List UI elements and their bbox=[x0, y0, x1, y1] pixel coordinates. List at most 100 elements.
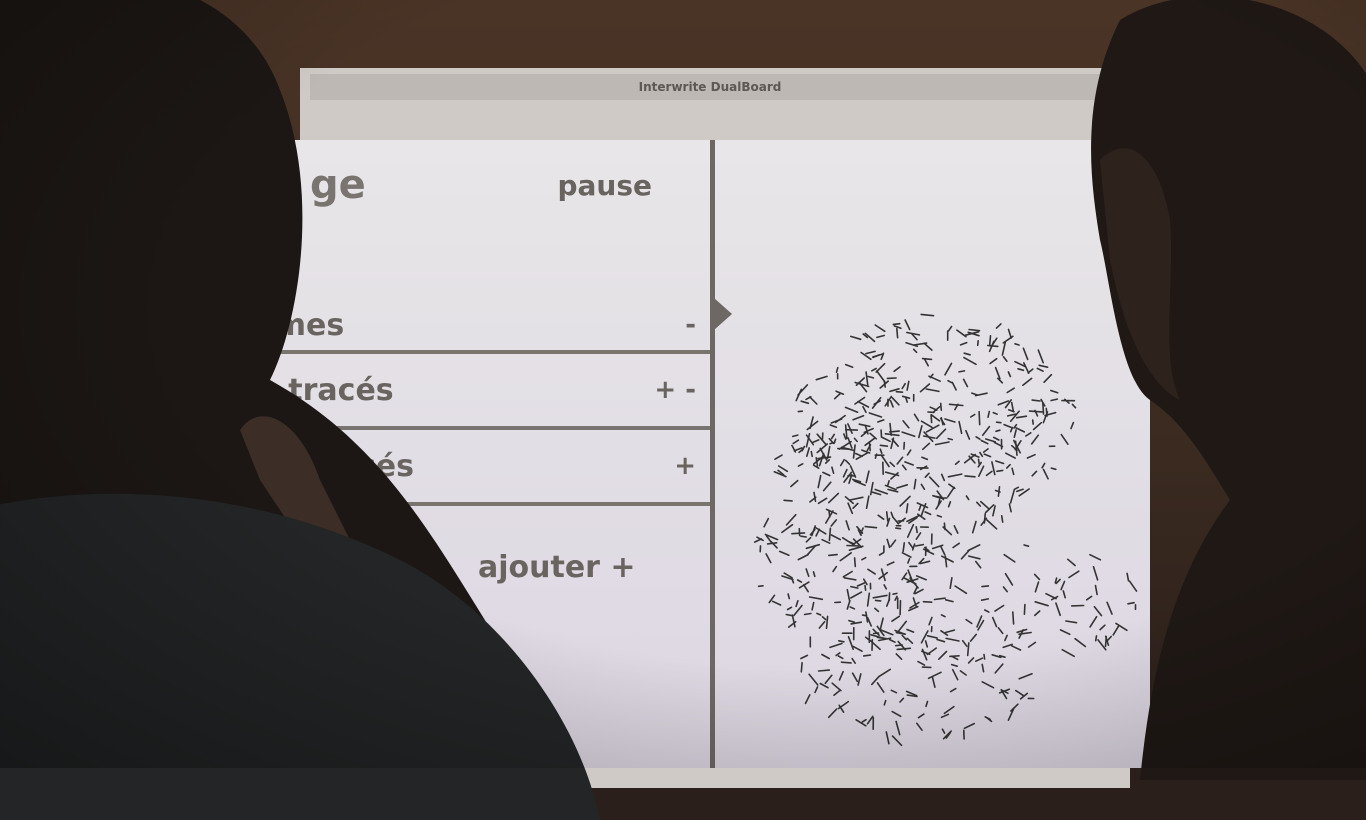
sketch-stroke bbox=[806, 695, 810, 704]
sketch-stroke bbox=[1002, 342, 1005, 355]
row-controls-formes[interactable]: - bbox=[685, 310, 696, 340]
sketch-stroke bbox=[950, 404, 963, 405]
sketch-stroke bbox=[954, 526, 958, 533]
sketch-stroke bbox=[925, 360, 928, 366]
sketch-stroke bbox=[1034, 423, 1042, 430]
sketch-stroke bbox=[870, 433, 876, 438]
sketch-stroke bbox=[893, 593, 897, 594]
sketch-stroke bbox=[836, 416, 845, 423]
sketch-stroke bbox=[909, 543, 913, 548]
sketch-stroke bbox=[897, 485, 907, 488]
sketch-stroke bbox=[841, 460, 845, 466]
sketch-stroke bbox=[979, 466, 984, 476]
sketch-stroke bbox=[943, 527, 951, 535]
sketch-stroke bbox=[843, 538, 853, 544]
sketch-stroke bbox=[903, 543, 904, 552]
sketch-stroke bbox=[997, 470, 1003, 471]
sketch-stroke bbox=[796, 601, 798, 607]
sketch-stroke bbox=[848, 424, 852, 433]
sketch-stroke bbox=[1038, 350, 1043, 363]
sketch-stroke bbox=[849, 621, 854, 623]
panel-divider bbox=[710, 140, 715, 768]
sketch-stroke bbox=[1032, 400, 1040, 401]
sketch-stroke bbox=[982, 599, 989, 600]
sketch-stroke bbox=[988, 719, 992, 722]
sketch-stroke bbox=[819, 670, 830, 671]
sketch-stroke bbox=[929, 672, 941, 678]
sketch-stroke bbox=[996, 461, 1004, 464]
sketch-stroke bbox=[896, 654, 901, 659]
sketch-stroke bbox=[1026, 433, 1031, 436]
sketch-stroke bbox=[849, 637, 854, 650]
sketch-stroke bbox=[937, 640, 945, 642]
sketch-stroke bbox=[964, 353, 970, 355]
sketch-stroke bbox=[888, 481, 889, 486]
sketch-stroke bbox=[880, 449, 882, 453]
sketch-stroke bbox=[1004, 425, 1011, 428]
sketch-stroke bbox=[1069, 571, 1079, 577]
sketch-stroke bbox=[853, 673, 858, 681]
sketch-stroke bbox=[833, 567, 836, 572]
sketch-stroke bbox=[1009, 504, 1011, 512]
sketch-stroke bbox=[971, 634, 977, 641]
sketch-stroke bbox=[773, 601, 781, 605]
sketch-stroke bbox=[1062, 650, 1074, 657]
sketch-stroke bbox=[827, 616, 828, 628]
sketch-stroke bbox=[896, 392, 902, 393]
sketch-stroke bbox=[809, 674, 818, 685]
sketch-stroke bbox=[942, 714, 949, 717]
sketch-stroke bbox=[897, 329, 898, 338]
sketch-stroke bbox=[850, 607, 854, 609]
sketch-stroke bbox=[872, 369, 876, 371]
sketch-stroke bbox=[976, 562, 981, 568]
sketch-stroke bbox=[953, 670, 958, 680]
sketch-stroke bbox=[1029, 642, 1036, 647]
sketch-stroke bbox=[990, 336, 991, 345]
sketch-stroke bbox=[965, 476, 975, 477]
sketch-stroke bbox=[866, 471, 869, 482]
sketch-stroke bbox=[1006, 574, 1013, 585]
sketch-stroke bbox=[764, 519, 768, 527]
sketch-stroke bbox=[853, 416, 863, 420]
sketch-stroke bbox=[853, 646, 862, 651]
sketch-stroke bbox=[1015, 487, 1019, 489]
sketch-stroke bbox=[984, 454, 990, 457]
sketch-stroke bbox=[994, 437, 999, 440]
sketch-stroke bbox=[782, 525, 793, 533]
sketch-stroke bbox=[780, 551, 789, 555]
sketch-stroke bbox=[824, 482, 831, 490]
sketch-stroke bbox=[1004, 555, 1015, 562]
sketch-stroke bbox=[908, 450, 911, 455]
sketch-stroke bbox=[839, 641, 844, 642]
sketch-stroke bbox=[759, 586, 763, 587]
sketch-stroke bbox=[835, 394, 841, 399]
sketch-stroke bbox=[844, 470, 847, 477]
sketch-stroke bbox=[1043, 403, 1044, 414]
sketch-stroke bbox=[955, 586, 966, 593]
sketch-stroke bbox=[905, 462, 913, 465]
sketch-stroke bbox=[829, 528, 830, 540]
sketch-stroke bbox=[1012, 468, 1014, 474]
sketch-stroke bbox=[1039, 365, 1047, 367]
row-controls-traces-2[interactable]: + bbox=[674, 451, 696, 481]
sketch-stroke bbox=[925, 512, 931, 515]
sketch-stroke bbox=[951, 689, 956, 692]
sketch-stroke bbox=[819, 622, 824, 628]
sketch-stroke bbox=[1061, 435, 1068, 445]
sketch-stroke bbox=[792, 533, 805, 534]
sketch-stroke bbox=[891, 540, 896, 546]
sketch-stroke bbox=[945, 363, 952, 374]
sketch-stroke bbox=[838, 656, 842, 658]
sketch-stroke bbox=[961, 343, 967, 345]
sketch-stroke bbox=[801, 401, 808, 403]
row-controls-traces-1[interactable]: + - bbox=[654, 375, 696, 405]
sketch-stroke bbox=[929, 618, 932, 625]
sketch-stroke bbox=[1042, 463, 1045, 467]
sketch-stroke bbox=[916, 533, 920, 539]
sketch-stroke bbox=[1016, 691, 1024, 696]
sketch-stroke bbox=[1035, 574, 1040, 579]
sketch-stroke bbox=[987, 471, 992, 475]
sketch-stroke bbox=[1027, 455, 1035, 458]
sketch-stroke bbox=[964, 379, 968, 386]
sketch-stroke bbox=[1004, 587, 1008, 592]
